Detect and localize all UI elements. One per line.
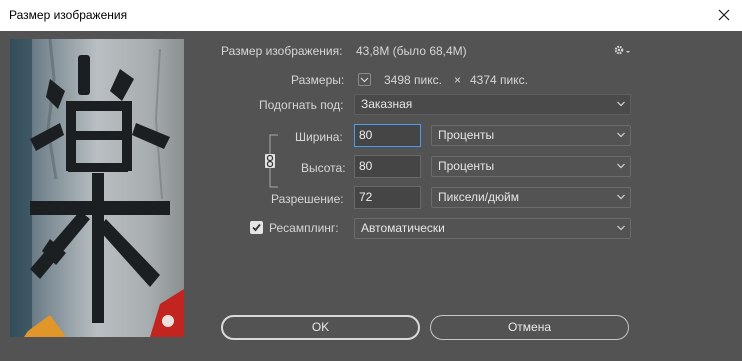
cancel-button[interactable]: Отмена bbox=[430, 315, 629, 340]
window-title: Размер изображения bbox=[9, 8, 128, 22]
chevron-down-icon bbox=[617, 101, 625, 107]
ok-button[interactable]: OK bbox=[221, 315, 420, 340]
fit-to-select[interactable]: Заказная bbox=[354, 94, 631, 115]
chevron-down-icon bbox=[617, 163, 625, 169]
chevron-down-icon bbox=[617, 194, 625, 200]
resample-value: Автоматически bbox=[361, 221, 445, 235]
image-size-value: 43,8M (было 68,4M) bbox=[356, 44, 467, 58]
dimensions-dropdown-toggle[interactable] bbox=[358, 73, 371, 86]
resolution-unit-value: Пиксели/дюйм bbox=[438, 190, 519, 204]
chevron-down-icon bbox=[617, 132, 625, 138]
dimensions-height: 4374 пикс. bbox=[470, 73, 528, 87]
height-unit-value: Проценты bbox=[438, 159, 495, 173]
width-unit-value: Проценты bbox=[438, 128, 495, 142]
image-preview[interactable] bbox=[10, 39, 184, 337]
resolution-unit-select[interactable]: Пиксели/дюйм bbox=[431, 187, 631, 208]
dialog-body: Размер изображения: 43,8M (было 68,4M) Р… bbox=[0, 31, 742, 361]
width-label: Ширина: bbox=[295, 130, 343, 144]
chevron-down-icon bbox=[360, 77, 369, 83]
dimensions-times: × bbox=[454, 73, 462, 87]
height-input[interactable]: 80 bbox=[354, 155, 421, 178]
chain-link-icon[interactable] bbox=[264, 131, 290, 191]
dimensions-width: 3498 пикс. bbox=[384, 73, 442, 87]
height-label: Высота: bbox=[301, 161, 346, 175]
height-unit-select[interactable]: Проценты bbox=[431, 156, 631, 177]
resample-checkbox[interactable] bbox=[250, 221, 263, 234]
resolution-label: Разрешение: bbox=[271, 192, 344, 206]
resample-label: Ресамплинг: bbox=[269, 221, 339, 235]
fit-to-value: Заказная bbox=[361, 97, 413, 111]
resolution-input[interactable]: 72 bbox=[354, 186, 421, 209]
image-size-label: Размер изображения: bbox=[221, 44, 343, 58]
chevron-down-icon bbox=[617, 225, 625, 231]
gear-icon[interactable] bbox=[612, 43, 632, 57]
title-bar: Размер изображения bbox=[0, 0, 742, 31]
fit-to-label: Подогнать под: bbox=[259, 98, 344, 112]
close-icon[interactable] bbox=[715, 6, 733, 24]
dimensions-label: Размеры: bbox=[291, 73, 345, 87]
checkmark-icon bbox=[252, 223, 261, 232]
resample-select[interactable]: Автоматически bbox=[354, 218, 631, 239]
width-unit-select[interactable]: Проценты bbox=[431, 125, 631, 146]
width-input[interactable]: 80 bbox=[354, 124, 421, 147]
